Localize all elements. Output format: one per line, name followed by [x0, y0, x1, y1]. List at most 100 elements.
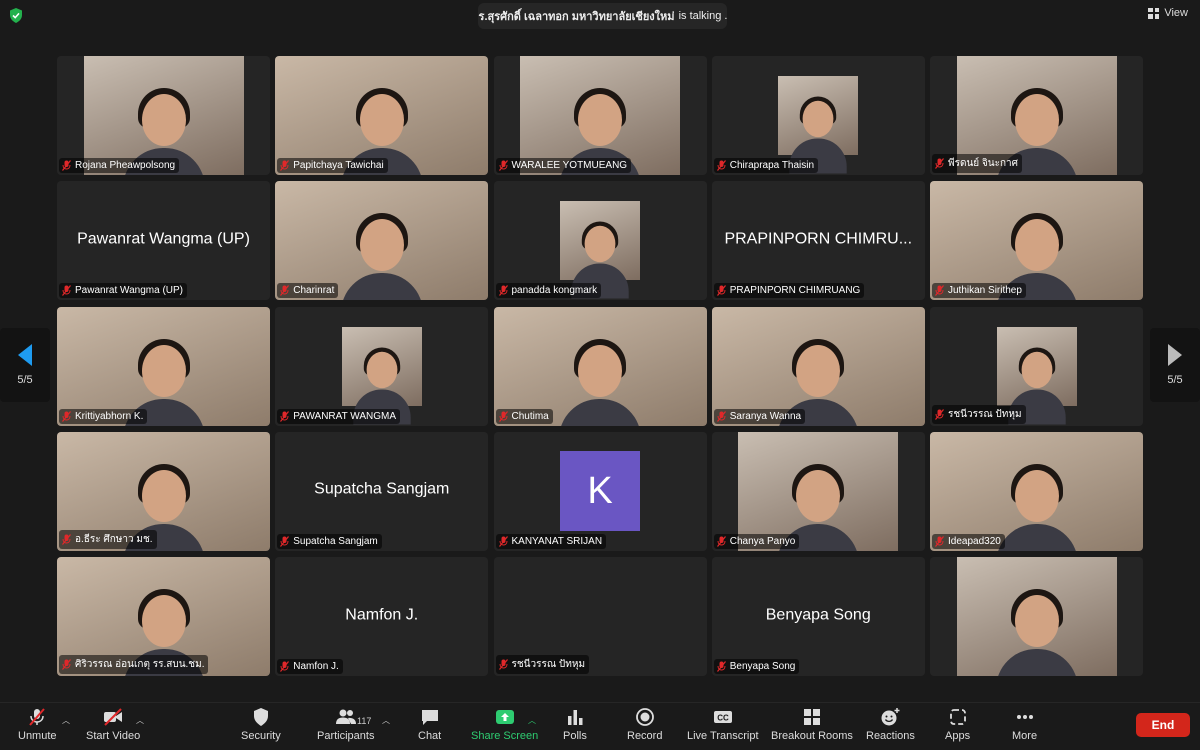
muted-mic-icon [498, 659, 508, 670]
record-button[interactable]: Record [627, 707, 662, 742]
participant-tile[interactable]: PAWANRAT WANGMA [275, 306, 489, 426]
breakout-rooms-button[interactable]: Breakout Rooms [771, 707, 853, 742]
participant-display-name: Supatcha Sangjam [314, 480, 450, 498]
participant-tile[interactable]: PRAPINPORN CHIMRU... PRAPINPORN CHIMRUANG [711, 181, 925, 301]
reactions-label: Reactions [866, 730, 915, 742]
participant-name: PRAPINPORN CHIMRUANG [729, 285, 861, 297]
participant-name-tag: Benyapa Song [713, 659, 800, 674]
participant-tile[interactable]: Chanya Panyo [711, 431, 925, 551]
more-label: More [1012, 730, 1038, 742]
encryption-shield-icon[interactable] [9, 8, 23, 23]
live-transcript-button[interactable]: CC Live Transcript [687, 707, 759, 742]
active-speaker-status: is talking ... [678, 10, 727, 22]
muted-mic-icon [716, 410, 726, 422]
page-indicator-left: 5/5 [17, 374, 33, 386]
participant-tile[interactable]: Krittiyabhorn K. [57, 306, 270, 426]
participant-name: Juthikan Sirithep [948, 285, 1022, 297]
participant-tile[interactable]: K KANYANAT SRIJAN [493, 431, 707, 551]
muted-mic-icon [280, 535, 290, 547]
participant-tile[interactable]: พีรดนย์ จินะกาศ [930, 56, 1143, 175]
muted-mic-icon [716, 661, 726, 672]
muted-mic-icon [62, 410, 71, 422]
muted-mic-icon [62, 533, 71, 545]
next-page-button[interactable]: 5/5 [1150, 328, 1200, 402]
security-button[interactable]: Security [241, 707, 281, 742]
muted-mic-icon [716, 160, 726, 171]
apps-label: Apps [945, 730, 971, 742]
participant-name-tag: PRAPINPORN CHIMRUANG [713, 283, 865, 299]
participant-tile[interactable]: panadda kongmark [493, 181, 707, 301]
live-transcript-label: Live Transcript [687, 730, 759, 742]
participant-tile[interactable]: Charinrat [275, 181, 489, 301]
participants-label: Participants [317, 730, 375, 742]
participant-video [995, 463, 1078, 551]
breakout-rooms-label: Breakout Rooms [771, 730, 853, 742]
muted-mic-icon [716, 535, 726, 547]
muted-mic-icon [62, 160, 71, 171]
apps-button[interactable]: Apps [945, 707, 970, 742]
participant-tile[interactable]: Saranya Wanna [711, 306, 925, 426]
participant-tile[interactable]: Chiraprapa Thaisin [711, 56, 925, 175]
participant-tile[interactable]: Chutima [493, 306, 707, 426]
participant-name-tag: panadda kongmark [495, 283, 602, 299]
participant-name-tag: Saranya Wanna [713, 408, 806, 424]
muted-mic-icon [280, 410, 290, 422]
participant-tile[interactable]: Papitchaya Tawichai [275, 56, 489, 175]
participant-tile[interactable]: รชนีวรรณ ปัทหุม [493, 557, 707, 676]
more-button[interactable]: More [1012, 707, 1037, 742]
previous-page-button[interactable]: 5/5 [0, 328, 50, 402]
participant-tile[interactable]: รชนีวรรณ ปัทหุม [930, 306, 1143, 426]
participant-display-name: PRAPINPORN CHIMRU... [724, 230, 913, 248]
participant-video [341, 326, 422, 424]
participant-video [560, 201, 640, 299]
participant-name-tag: Krittiyabhorn K. [59, 408, 148, 424]
participant-tile[interactable]: Juthikan Sirithep [930, 181, 1143, 301]
participant-name-tag: Rojana Pheawpolsong [59, 158, 180, 173]
participant-tile[interactable]: WARALEE YOTMUEANG [493, 56, 707, 175]
participant-tile[interactable]: ศิริวรรณ อ่อนเกตุ รร.สบน.ชม. [57, 557, 270, 676]
participant-tile[interactable] [930, 557, 1143, 676]
share-screen-label: Share Screen [471, 730, 539, 742]
participant-tile[interactable]: Rojana Pheawpolsong [57, 56, 270, 175]
participants-chevron-icon[interactable]: ︿ [382, 715, 390, 726]
reactions-button[interactable]: Reactions [866, 707, 915, 742]
participant-video [559, 338, 641, 426]
audio-options-chevron-icon[interactable]: ︿ [62, 715, 70, 726]
participant-name-tag: Chutima [495, 408, 553, 424]
participant-name: panadda kongmark [511, 285, 598, 297]
participant-name-tag: WARALEE YOTMUEANG [495, 158, 632, 173]
end-meeting-button[interactable]: End [1136, 713, 1190, 737]
participant-name-tag: Pawanrat Wangma (UP) [59, 283, 187, 299]
participant-tile[interactable]: อ.ธีระ ศึกษาว มช. [57, 431, 270, 551]
share-options-chevron-icon[interactable]: ︿ [528, 715, 536, 726]
participant-tile[interactable]: Pawanrat Wangma (UP) Pawanrat Wangma (UP) [57, 181, 270, 301]
participant-name: ศิริวรรณ อ่อนเกตุ รร.สบน.ชม. [75, 659, 205, 670]
view-button[interactable]: View [1148, 7, 1188, 19]
participant-name-tag: Ideapad320 [932, 533, 1005, 549]
participant-name-tag: Supatcha Sangjam [277, 533, 382, 549]
participant-name-tag: รชนีวรรณ ปัทหุม [932, 404, 1026, 424]
more-ellipsis-icon [1016, 715, 1033, 719]
chat-button[interactable]: Chat [418, 707, 441, 742]
polls-button[interactable]: Polls [563, 707, 587, 742]
participant-tile[interactable]: Namfon J. Namfon J. [275, 557, 489, 676]
participant-name-tag: PAWANRAT WANGMA [277, 408, 401, 424]
unmute-button[interactable]: Unmute [18, 707, 57, 742]
participant-tile[interactable]: Supatcha Sangjam Supatcha Sangjam [275, 431, 489, 551]
muted-mic-icon [498, 410, 508, 422]
start-video-button[interactable]: Start Video [86, 707, 140, 742]
participant-tile[interactable]: Ideapad320 [930, 431, 1143, 551]
breakout-rooms-icon [803, 709, 820, 725]
chat-bubble-icon [421, 710, 438, 725]
participant-name: Supatcha Sangjam [293, 535, 378, 547]
participant-tile[interactable]: Benyapa Song Benyapa Song [711, 557, 925, 676]
record-label: Record [627, 730, 663, 742]
muted-mic-icon [498, 535, 508, 547]
participant-name-tag: พีรดนย์ จินะกาศ [932, 154, 1023, 173]
video-options-chevron-icon[interactable]: ︿ [136, 715, 144, 726]
participant-name: Saranya Wanna [729, 410, 802, 422]
participant-name: Rojana Pheawpolsong [75, 160, 176, 171]
polls-label: Polls [563, 730, 587, 742]
participant-name: Pawanrat Wangma (UP) [75, 285, 183, 297]
participant-name-tag: Charinrat [277, 283, 339, 299]
